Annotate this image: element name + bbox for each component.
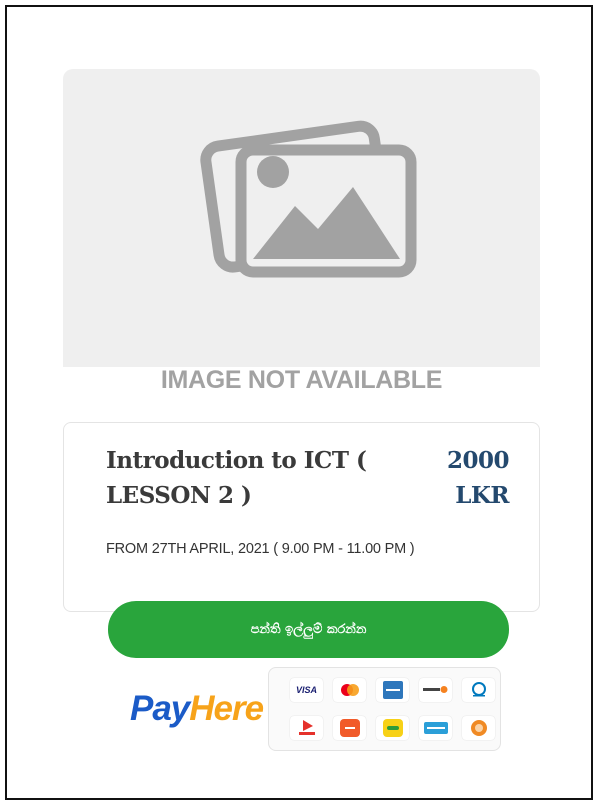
diners-club-logo (462, 678, 495, 702)
ez-cash-logo (376, 716, 409, 740)
discover-icon (422, 686, 447, 693)
payhere-logo: PayHere (130, 689, 264, 729)
visa-logo-text: VISA (295, 685, 317, 695)
visa-logo: VISA (290, 678, 323, 702)
course-price: 2000 LKR (419, 443, 510, 513)
sampath-logo (462, 716, 495, 740)
payment-methods-panel: VISA (268, 667, 501, 751)
course-title: Introduction to ICT ( LESSON 2 ) (106, 447, 367, 509)
mcash-icon (423, 722, 448, 734)
mcash-logo (419, 716, 452, 740)
genie-icon (298, 720, 315, 735)
mastercard-icon (340, 684, 359, 696)
amex-logo (376, 678, 409, 702)
image-not-available-label: IMAGE NOT AVAILABLE (160, 366, 443, 394)
sampath-icon (470, 720, 487, 736)
diners-club-icon (471, 682, 486, 697)
image-placeholder-icon (200, 120, 417, 278)
frimi-icon (339, 719, 360, 737)
mastercard-logo (333, 678, 366, 702)
genie-logo (290, 716, 323, 740)
discover-logo (419, 678, 452, 702)
frimi-logo (333, 716, 366, 740)
payhere-brand-pay: Pay (130, 689, 190, 728)
course-image-placeholder: IMAGE NOT AVAILABLE (63, 69, 540, 394)
payhere-brand-here: Here (189, 689, 264, 728)
enroll-button[interactable]: පන්ති ඉල්ලුම් කරන්න (108, 601, 509, 658)
ez-cash-icon (382, 719, 403, 737)
price-currency: LKR (455, 482, 509, 509)
course-card: Introduction to ICT ( LESSON 2 ) 2000 LK… (63, 422, 540, 612)
amex-icon (382, 681, 403, 699)
course-schedule: FROM 27TH APRIL, 2021 ( 9.00 PM - 11.00 … (106, 541, 415, 557)
price-amount: 2000 (446, 447, 510, 474)
